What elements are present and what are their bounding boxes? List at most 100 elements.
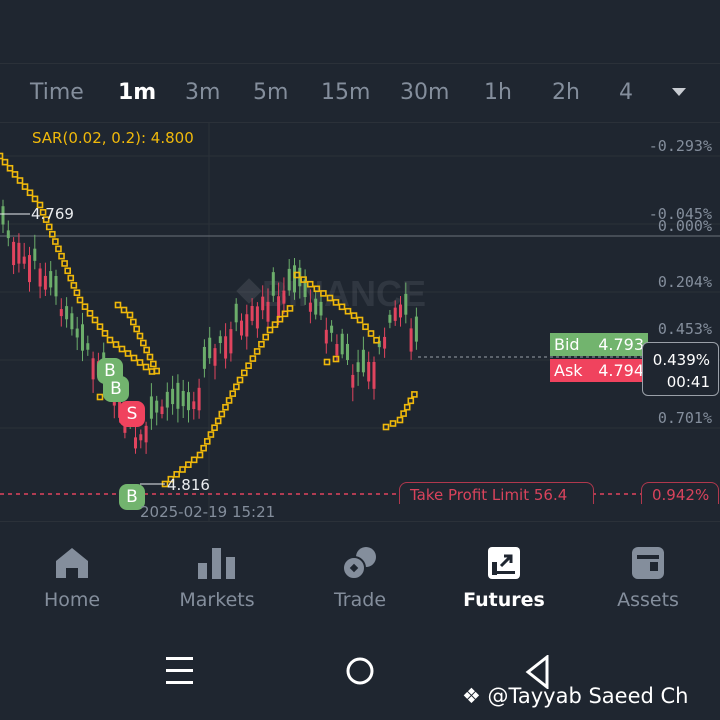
candle-body [335, 344, 339, 356]
sar-dot [225, 397, 233, 404]
candle-body [356, 362, 360, 372]
candle-body [245, 314, 249, 337]
candle-body [330, 325, 334, 333]
buy-marker[interactable]: B [103, 376, 129, 402]
candle-body [160, 406, 164, 415]
nav-home[interactable]: Home [12, 545, 132, 611]
sar-dot [118, 345, 126, 353]
sar-dot [207, 431, 215, 438]
take-profit-order-label[interactable]: Take Profit Limit 56.4 [399, 482, 594, 504]
nav-markets[interactable]: Markets [157, 545, 277, 611]
sell-marker[interactable]: S [119, 401, 145, 427]
sar-dot [91, 316, 99, 324]
sar-dot [400, 410, 407, 417]
candle-body [70, 313, 74, 330]
candle-body [155, 400, 159, 413]
sar-dot [203, 438, 211, 445]
axis-label: -0.293% [648, 137, 712, 155]
candle-body [33, 248, 37, 261]
sar-dot [6, 164, 14, 172]
candle-body [6, 230, 10, 239]
nav-label: Markets [179, 589, 255, 611]
nav-label: Home [43, 589, 101, 611]
binance-logo-icon: ❖ [462, 684, 481, 708]
candle-body [409, 328, 413, 352]
sar-dot [249, 355, 257, 362]
axis-label: 0.204% [657, 273, 712, 291]
sar-dot [11, 171, 19, 178]
ask-badge: Ask 4.794 [550, 359, 648, 382]
sar-dot [253, 348, 261, 355]
sar-dot [396, 416, 404, 424]
nav-label: Trade [333, 589, 387, 611]
sar-dot [179, 466, 186, 473]
sar-dot [200, 444, 207, 452]
take-profit-percent: 0.942% [641, 482, 719, 504]
candle-body [255, 306, 259, 329]
nav-futures[interactable]: Futures [444, 545, 564, 611]
candle-body [75, 328, 79, 338]
sar-dot [356, 316, 364, 324]
sar-dot [49, 230, 56, 238]
candle-body [139, 434, 143, 441]
sar-dot [45, 223, 53, 231]
candle-body [261, 296, 265, 311]
sar-dot [52, 238, 59, 245]
sar-dot [262, 333, 270, 341]
candle-body [181, 390, 185, 407]
candle-body [134, 437, 137, 449]
sar-dot [389, 420, 397, 427]
sar-dot [70, 282, 78, 289]
nav-trade[interactable]: Trade [300, 545, 420, 611]
sar-dot [64, 267, 71, 275]
sar-dot [266, 326, 274, 334]
candle-body [144, 425, 148, 443]
candle-body [319, 301, 323, 316]
candle-body [404, 293, 408, 315]
candle-body [12, 241, 16, 266]
recent-apps-button[interactable] [166, 655, 194, 689]
crosshair-date: 2025-02-19 15:21 [140, 503, 276, 521]
candle-body [287, 268, 291, 291]
home-button[interactable] [345, 655, 375, 691]
candle-body [240, 320, 243, 336]
sar-dot [323, 358, 331, 366]
candle-body [86, 343, 90, 350]
sar-dot [114, 301, 122, 309]
sar-dot [411, 391, 418, 398]
high-price-label: 4.769 [31, 205, 74, 223]
sar-dot [245, 362, 252, 370]
candle-body [54, 275, 58, 297]
nav-assets[interactable]: Assets [588, 545, 708, 611]
candle-body [414, 316, 418, 342]
sar-dot [332, 355, 340, 363]
sar-dot [120, 306, 128, 314]
candle-body [388, 314, 392, 323]
sar-dot [81, 303, 89, 310]
sar-dot [222, 403, 229, 411]
candle-body [208, 337, 212, 359]
sar-dot [133, 325, 140, 333]
candle-body [293, 265, 296, 293]
sar-dot [196, 451, 204, 459]
sar-dot [214, 417, 222, 425]
candle-body [266, 301, 270, 322]
bid-value: 4.793 [598, 335, 644, 354]
candle-body [250, 306, 254, 321]
candle-body [361, 349, 365, 373]
candle-body [308, 302, 312, 312]
sar-dot [101, 330, 109, 337]
ask-value: 4.794 [598, 361, 644, 380]
sar-dot [55, 245, 62, 253]
sar-dot [150, 360, 157, 368]
sar-indicator-label[interactable]: SAR(0.02, 0.2): 4.800 [32, 129, 194, 147]
sar-dot [96, 323, 104, 330]
candle-body [346, 343, 349, 361]
candle-body [399, 304, 402, 318]
candle-body [192, 401, 196, 410]
sar-dot [362, 323, 369, 331]
candle-body [187, 392, 190, 411]
candle-body [149, 396, 153, 419]
sar-dot [403, 403, 411, 411]
candle-body [38, 268, 42, 287]
